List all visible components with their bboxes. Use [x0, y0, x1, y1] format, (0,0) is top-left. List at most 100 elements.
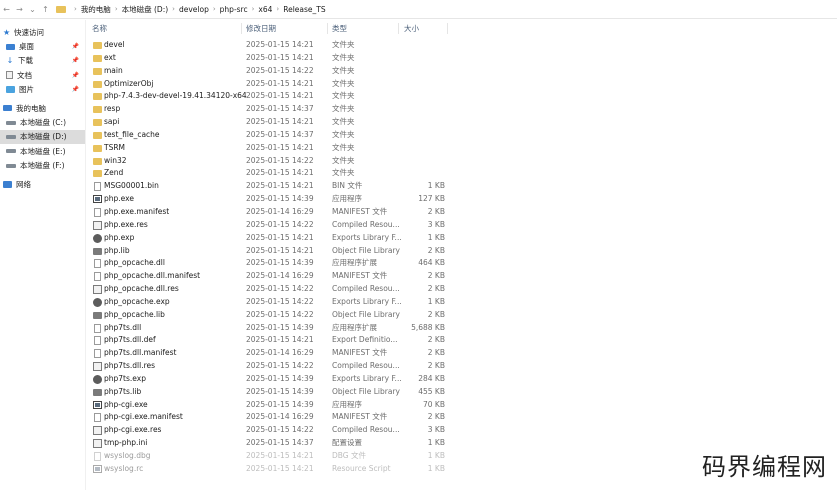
file-type: MANIFEST 文件 — [332, 412, 388, 422]
column-divider[interactable] — [241, 23, 242, 34]
file-row[interactable]: php7ts.dll.def 2025-01-15 14:21 Export Def… — [86, 334, 837, 347]
sidebar-item-drive-f[interactable]: 本地磁盘 (F:) — [0, 159, 85, 173]
breadcrumb-item[interactable]: php-src — [220, 5, 248, 14]
watermark-text: 码界编程网 — [702, 453, 827, 481]
chevron-right-icon: › — [172, 5, 175, 13]
column-header-name[interactable]: 名称 — [92, 20, 107, 37]
file-row[interactable]: php.exe 2025-01-15 14:39 应用程序 127 KB — [86, 193, 837, 206]
file-name: tmp-php.ini — [104, 438, 148, 448]
breadcrumb-item[interactable]: Release_TS — [283, 5, 325, 14]
sidebar-item-this-pc[interactable]: 我的电脑 — [0, 101, 85, 115]
file-type: 文件夹 — [332, 40, 355, 49]
file-row[interactable]: php7ts.dll.manifest 2025-01-14 16:29 MANIF… — [86, 347, 837, 360]
file-size: 1 KB — [427, 181, 445, 191]
file-type: 应用程序 — [332, 399, 362, 409]
column-header-date[interactable]: 修改日期 — [246, 20, 276, 37]
sidebar-item-label: 我的电脑 — [16, 103, 46, 113]
file-row[interactable]: TSRM 2025-01-15 14:21 文件夹 — [86, 142, 837, 155]
file-row[interactable]: sapi 2025-01-15 14:21 文件夹 — [86, 116, 837, 129]
file-name: wsyslog.rc — [104, 463, 144, 473]
breadcrumb-item[interactable]: 本地磁盘 (D:) — [122, 4, 169, 15]
file-row[interactable]: php_opcache.dll.manifest 2025-01-14 16:29… — [86, 270, 837, 283]
file-row[interactable]: php.exe.manifest 2025-01-14 16:29 MANIFEST… — [86, 206, 837, 219]
forward-arrow-icon[interactable]: → — [13, 0, 26, 19]
sidebar-item-drive-e[interactable]: 本地磁盘 (E:) — [0, 144, 85, 158]
sidebar-item-label: 本地磁盘 (F:) — [20, 161, 65, 171]
file-row[interactable]: php-cgi.exe.manifest 2025-01-14 16:29 MANI… — [86, 411, 837, 424]
breadcrumb-item[interactable]: develop — [179, 5, 209, 14]
file-size: 2 KB — [427, 335, 445, 345]
sidebar-item-pictures[interactable]: 图片 📌 — [0, 83, 85, 97]
sidebar-item-label: 本地磁盘 (E:) — [20, 146, 66, 156]
file-name: MSG00001.bin — [104, 181, 159, 191]
file-row[interactable]: php7ts.lib 2025-01-15 14:39 Object File Li… — [86, 386, 837, 399]
breadcrumb-item[interactable]: x64 — [258, 5, 272, 14]
file-type: 应用程序 — [332, 194, 362, 204]
file-type: BIN 文件 — [332, 181, 363, 191]
file-date: 2025-01-15 14:22 — [246, 65, 314, 75]
sidebar-item-downloads[interactable]: ↓ 下载 📌 — [0, 54, 85, 68]
breadcrumb-item[interactable]: 我的电脑 — [81, 4, 111, 15]
sidebar-item-desktop[interactable]: 桌面 📌 — [0, 39, 85, 53]
file-row[interactable]: php_opcache.dll.res 2025-01-15 14:22 Compi… — [86, 283, 837, 296]
column-divider[interactable] — [327, 23, 328, 34]
file-row[interactable]: php-7.4.3-dev-devel-19.41.34120-x64 2025-… — [86, 90, 837, 103]
file-row[interactable]: resp 2025-01-15 14:37 文件夹 — [86, 103, 837, 116]
back-arrow-icon[interactable]: ← — [0, 0, 13, 19]
file-date: 2025-01-15 14:37 — [246, 104, 314, 114]
file-name: php7ts.dll.def — [104, 335, 156, 345]
up-arrow-icon[interactable]: ↑ — [39, 0, 52, 19]
sidebar-item-documents[interactable]: 文档 📌 — [0, 68, 85, 82]
file-row[interactable]: Zend 2025-01-15 14:21 文件夹 — [86, 167, 837, 180]
column-divider[interactable] — [398, 23, 399, 34]
folder-icon — [93, 67, 102, 75]
folder-icon — [93, 93, 102, 101]
file-row[interactable]: test_file_cache 2025-01-15 14:37 文件夹 — [86, 129, 837, 142]
file-row[interactable]: php.lib 2025-01-15 14:21 Object File Libra… — [86, 245, 837, 258]
sidebar-item-label: 快速访问 — [14, 27, 44, 37]
file-row[interactable]: php7ts.exp 2025-01-15 14:39 Exports Librar… — [86, 373, 837, 386]
file-name: php-cgi.exe.manifest — [104, 412, 183, 422]
file-row[interactable]: php7ts.dll.res 2025-01-15 14:22 Compiled R… — [86, 360, 837, 373]
config-icon — [93, 285, 102, 295]
file-row[interactable]: win32 2025-01-15 14:22 文件夹 — [86, 155, 837, 168]
sidebar-item-label: 桌面 — [19, 42, 34, 52]
file-row[interactable]: ext 2025-01-15 14:21 文件夹 — [86, 52, 837, 65]
file-row[interactable]: MSG00001.bin 2025-01-15 14:21 BIN 文件 1 KB — [86, 180, 837, 193]
file-row[interactable]: php_opcache.lib 2025-01-15 14:22 Object Fi… — [86, 309, 837, 322]
file-row[interactable]: php.exe.res 2025-01-15 14:22 Compiled Reso… — [86, 219, 837, 232]
file-date: 2025-01-15 14:22 — [246, 309, 314, 319]
column-header-type[interactable]: 类型 — [332, 20, 347, 37]
sidebar-item-network[interactable]: 网络 — [0, 177, 85, 191]
sidebar-item-quick-access[interactable]: ★ 快速访问 — [0, 25, 85, 39]
sidebar-item-drive-d[interactable]: 本地磁盘 (D:) — [0, 129, 85, 145]
folder-icon — [93, 131, 102, 139]
chevron-right-icon: › — [212, 5, 216, 13]
file-name: ext — [104, 52, 116, 62]
column-header-size[interactable]: 大小 — [404, 20, 419, 37]
file-row[interactable]: OptimizerObj 2025-01-15 14:21 文件夹 — [86, 78, 837, 91]
recent-chevron-icon[interactable]: ⌄ — [26, 0, 39, 19]
file-row[interactable]: php_opcache.dll 2025-01-15 14:39 应用程序扩展 464… — [86, 257, 837, 270]
file-type: 文件夹 — [332, 65, 355, 75]
column-divider[interactable] — [447, 23, 448, 34]
sidebar-item-label: 下载 — [18, 56, 33, 66]
file-row[interactable]: php.exp 2025-01-15 14:21 Exports Library F… — [86, 232, 837, 245]
file-row[interactable]: devel 2025-01-15 14:21 文件夹 — [86, 39, 837, 52]
config-icon — [93, 362, 102, 372]
lib-icon — [93, 311, 102, 319]
exp-icon — [93, 297, 102, 307]
file-size: 1 KB — [427, 232, 445, 242]
file-row[interactable]: php7ts.dll 2025-01-15 14:39 应用程序扩展 5,688 KB — [86, 322, 837, 335]
file-type: 应用程序扩展 — [332, 258, 377, 268]
file-icon — [94, 207, 101, 217]
file-row[interactable]: main 2025-01-15 14:22 文件夹 — [86, 65, 837, 78]
exp-icon — [93, 233, 102, 243]
file-row[interactable]: php-cgi.exe 2025-01-15 14:39 应用程序 70 KB — [86, 399, 837, 412]
sidebar-item-drive-c[interactable]: 本地磁盘 (C:) — [0, 115, 85, 129]
sidebar-item-label: 本地磁盘 (C:) — [20, 118, 66, 128]
file-icon — [94, 349, 101, 359]
file-type: 文件夹 — [332, 142, 355, 152]
file-row[interactable]: php-cgi.exe.res 2025-01-15 14:22 Compiled … — [86, 424, 837, 437]
file-row[interactable]: php_opcache.exp 2025-01-15 14:22 Exports L… — [86, 296, 837, 309]
